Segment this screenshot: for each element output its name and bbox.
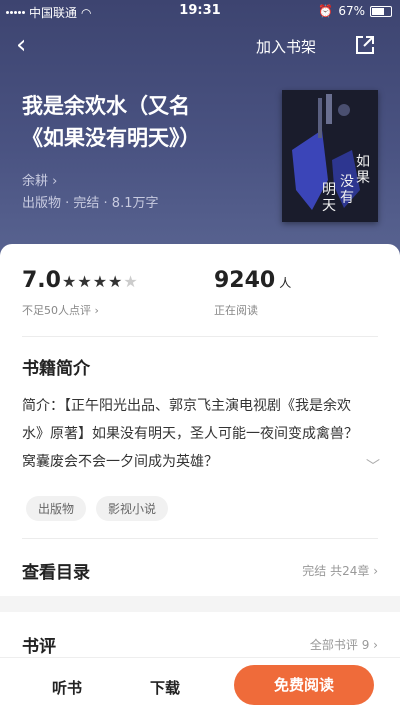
star-half-icon: ★ — [108, 272, 124, 291]
share-icon[interactable] — [354, 34, 376, 56]
catalog-info-link[interactable]: 完结 共24章 › — [302, 562, 378, 579]
cover-title-col3: 明天 — [322, 182, 336, 214]
intro-heading: 书籍简介 — [22, 359, 90, 379]
listen-button[interactable]: 听书 — [52, 677, 82, 698]
review-heading: 书评 — [22, 637, 56, 657]
tag-item[interactable]: 出版物 — [26, 496, 87, 521]
battery-percent: 67% — [338, 4, 365, 18]
status-bar: 中国联通 ◠ 19:31 ⏰ 67% — [0, 0, 400, 24]
read-free-button[interactable]: 免费阅读 — [234, 665, 374, 705]
book-header: 中国联通 ◠ 19:31 ⏰ 67% ‹ 加入书架 我是余欢水（又名 《如果没有… — [0, 0, 400, 270]
download-button[interactable]: 下载 — [150, 677, 180, 698]
alarm-icon: ⏰ — [318, 4, 334, 18]
chevron-down-icon[interactable]: ﹀ — [366, 456, 380, 476]
cover-title-col1: 如 果 — [356, 154, 370, 186]
book-title-line2: 《如果没有明天》） — [22, 126, 201, 150]
divider — [22, 336, 378, 337]
star-empty-icon: ★ — [123, 272, 139, 291]
star-icon: ★ — [92, 272, 109, 291]
rating-stars: ★★★★★ — [62, 272, 139, 291]
rating-score: 7.0 — [22, 268, 61, 293]
book-title: 我是余欢水（又名 《如果没有明天》） — [22, 90, 262, 154]
tag-item[interactable]: 影视小说 — [96, 496, 169, 521]
book-meta: 出版物 · 完结 · 8.1万字 — [22, 196, 159, 211]
divider — [22, 538, 378, 539]
add-to-shelf-button[interactable]: 加入书架 — [256, 36, 316, 57]
catalog-heading[interactable]: 查看目录 — [22, 558, 90, 583]
cover-title-col2: 没有 — [340, 174, 354, 206]
battery-icon — [370, 5, 392, 17]
star-icon: ★ — [77, 272, 93, 291]
book-cover: 如 果 没有 明天 — [282, 90, 378, 222]
top-navigation: ‹ 加入书架 — [0, 28, 400, 64]
book-title-line1: 我是余欢水（又名 — [22, 94, 190, 118]
back-icon[interactable]: ‹ — [16, 30, 42, 60]
tag-list: 出版物 影视小说 — [26, 496, 169, 521]
readers-count: 9240 人 — [214, 268, 292, 293]
readers-label: 正在阅读 — [214, 304, 258, 317]
intro-text: 简介：【正午阳光出品、郭京飞主演电视剧《我是余欢水》原著】如果没有明天，圣人可能… — [22, 398, 358, 470]
all-reviews-link[interactable]: 全部书评 9 › — [310, 636, 378, 653]
star-icon: ★ — [62, 272, 78, 291]
rating-count-link[interactable]: 不足50人点评 › — [22, 302, 99, 318]
author-link[interactable]: 余耕 › — [22, 170, 57, 189]
